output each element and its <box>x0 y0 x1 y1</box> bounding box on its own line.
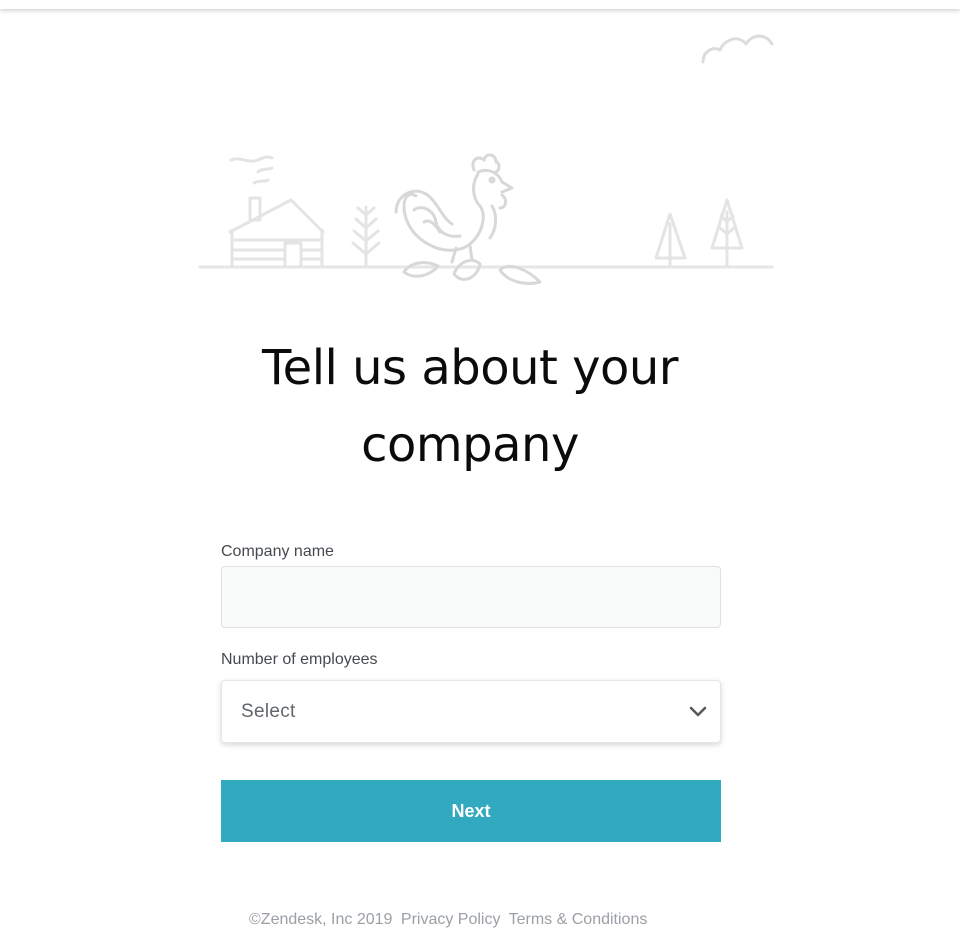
cloud-icon <box>701 34 774 64</box>
employees-select-value: Select <box>241 701 296 722</box>
title-line-2: company <box>361 417 579 473</box>
next-button[interactable]: Next <box>221 780 721 842</box>
tree-icon <box>351 205 381 269</box>
employees-select[interactable]: Select <box>221 680 721 743</box>
privacy-policy-link[interactable]: Privacy Policy <box>401 911 501 928</box>
company-name-label: Company name <box>221 543 334 560</box>
page-title: Tell us about your company <box>200 330 740 484</box>
rooster-icon <box>394 153 542 285</box>
cabin-icon <box>228 155 325 269</box>
chevron-down-icon <box>689 706 707 717</box>
company-name-input[interactable] <box>221 566 721 628</box>
copyright-text: ©Zendesk, Inc 2019 <box>249 911 393 928</box>
tree-icon <box>654 198 744 269</box>
title-line-1: Tell us about your <box>262 340 679 396</box>
terms-link[interactable]: Terms & Conditions <box>509 911 648 928</box>
footer: ©Zendesk, Inc 2019 Privacy Policy Terms … <box>249 911 651 929</box>
farm-illustration <box>198 34 774 285</box>
employees-label: Number of employees <box>221 651 378 668</box>
